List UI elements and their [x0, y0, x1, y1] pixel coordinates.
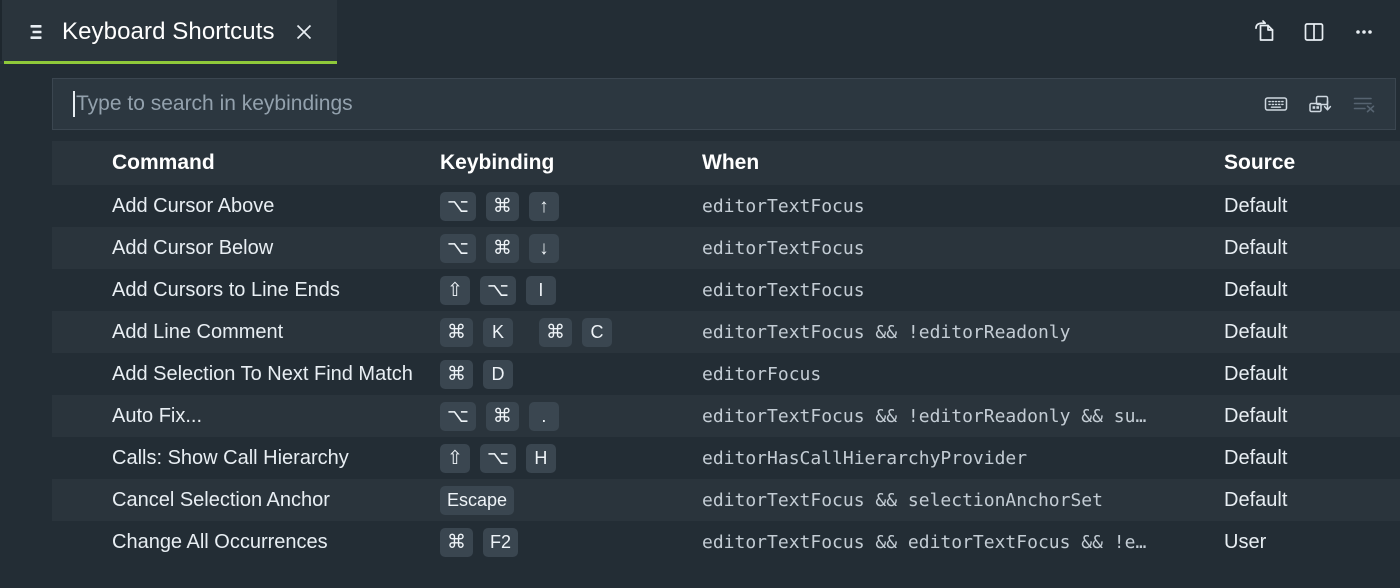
cell-source: Default: [1224, 446, 1288, 469]
cell-command: Auto Fix...: [112, 404, 203, 427]
key-chip: ⌥: [440, 191, 476, 221]
clear-keybindings-search-input-icon[interactable]: [1351, 91, 1377, 117]
cell-command: Change All Occurrences: [112, 530, 328, 553]
column-header-command[interactable]: Command: [52, 151, 440, 175]
cell-keybinding: ⌘ F2: [440, 527, 702, 557]
cell-when: editorTextFocus: [702, 195, 865, 217]
key-chip: ⌘: [485, 401, 519, 431]
cell-command: Add Line Comment: [112, 320, 284, 343]
tab-keyboard-shortcuts[interactable]: Keyboard Shortcuts: [0, 0, 337, 64]
key-chip: ⌘: [440, 317, 473, 347]
table-row[interactable]: Add Line Comment ⌘ K ⌘ CeditorTextFocus && !…: [52, 311, 1400, 353]
key-chip: ⌘: [539, 317, 572, 347]
cell-source: User: [1224, 530, 1267, 553]
tab-bar-spacer: [337, 0, 1250, 64]
keybindings-table: Command Keybinding When Source Add Curso…: [52, 141, 1400, 563]
cell-when: editorTextFocus && editorTextFocus && !e…: [702, 531, 1147, 553]
key-chip: ⌘: [485, 191, 519, 221]
column-header-keybinding[interactable]: Keybinding: [440, 151, 702, 175]
column-header-source[interactable]: Source: [1224, 151, 1400, 175]
cell-when: editorTextFocus && selectionAnchorSet: [702, 489, 1103, 511]
cell-source: Default: [1224, 236, 1288, 259]
cell-source: Default: [1224, 404, 1288, 427]
table-row[interactable]: Auto Fix... ⌥ ⌘. editorTextFocus && !editor…: [52, 395, 1400, 437]
cell-keybinding: ⌥ ⌘ ↑: [440, 191, 702, 221]
close-icon[interactable]: [293, 21, 315, 43]
editor-actions: [1250, 0, 1400, 64]
key-chip: ⌘: [440, 359, 473, 389]
key-chip: .: [528, 401, 559, 431]
cell-source: Default: [1224, 278, 1288, 301]
table-row[interactable]: Add Cursors to Line Ends ⇧ ⌥ IeditorTextFoc…: [52, 269, 1400, 311]
key-chip: ⌘: [485, 233, 519, 263]
table-body: Add Cursor Above ⌥ ⌘ ↑ editorTextFocus Defaul…: [52, 185, 1400, 563]
cell-when: editorTextFocus: [702, 237, 865, 259]
cell-keybinding: ⌘ K ⌘ C: [440, 317, 702, 347]
text-caret: [73, 91, 75, 117]
search-placeholder: Type to search in keybindings: [76, 92, 353, 115]
key-chip: H: [525, 443, 556, 473]
editor-tab-bar: Keyboard Shortcuts: [0, 0, 1400, 64]
cell-source: Default: [1224, 488, 1288, 511]
table-row[interactable]: Cancel Selection Anchor Escape editorTextF…: [52, 479, 1400, 521]
cell-source: Default: [1224, 362, 1288, 385]
cell-command: Calls: Show Call Hierarchy: [112, 446, 349, 469]
cell-command: Cancel Selection Anchor: [112, 488, 330, 511]
key-chip: ⌥: [480, 443, 516, 473]
key-chip: K: [483, 317, 513, 347]
tab-left-border: [0, 0, 2, 61]
table-row[interactable]: Add Cursor Above ⌥ ⌘ ↑ editorTextFocus Defaul…: [52, 185, 1400, 227]
split-editor-icon[interactable]: [1300, 18, 1328, 46]
cell-when: editorTextFocus && !editorReadonly: [702, 321, 1071, 343]
sort-by-precedence-icon[interactable]: [1307, 91, 1333, 117]
cell-when: editorHasCallHierarchyProvider: [702, 447, 1028, 469]
column-header-when[interactable]: When: [702, 151, 1224, 175]
key-chip: ⇧: [440, 275, 470, 305]
table-row[interactable]: Add Selection To Next Find Match ⌘ Deditor…: [52, 353, 1400, 395]
key-chip: I: [525, 275, 556, 305]
cell-command: Add Cursors to Line Ends: [112, 278, 340, 301]
record-keys-icon[interactable]: [1263, 91, 1289, 117]
key-chip: F2: [483, 527, 519, 557]
key-chip: ↑: [528, 191, 559, 221]
cell-keybinding: ⇧ ⌥ I: [440, 275, 702, 305]
table-row[interactable]: Add Cursor Below ⌥ ⌘ ↓ editorTextFocus Defaul…: [52, 227, 1400, 269]
cell-keybinding: ⇧ ⌥ H: [440, 443, 702, 473]
key-chip: Escape: [440, 485, 515, 515]
table-row[interactable]: Change All Occurrences ⌘ F2 editorTextFocus…: [52, 521, 1400, 563]
cell-keybinding: ⌥ ⌘.: [440, 401, 702, 431]
open-keyboard-shortcuts-file-icon[interactable]: [1250, 18, 1278, 46]
key-chip: ⌥: [480, 275, 516, 305]
table-header-row: Command Keybinding When Source: [52, 141, 1400, 185]
key-chip: ⌥: [440, 233, 476, 263]
cell-command: Add Cursor Below: [112, 236, 274, 259]
key-chip: ⇧: [440, 443, 470, 473]
search-input[interactable]: Type to search in keybindings: [52, 78, 1396, 130]
cell-source: Default: [1224, 194, 1288, 217]
cell-when: editorTextFocus: [702, 279, 865, 301]
cell-when: editorTextFocus && !editorReadonly && su…: [702, 405, 1147, 427]
cell-source: Default: [1224, 320, 1288, 343]
cell-when: editorFocus: [702, 363, 822, 385]
table-row[interactable]: Calls: Show Call Hierarchy ⇧ ⌥ HeditorHasCa…: [52, 437, 1400, 479]
cell-keybinding: ⌘ D: [440, 359, 702, 389]
key-chip: ⌥: [440, 401, 476, 431]
cell-command: Add Selection To Next Find Match: [112, 362, 413, 385]
cell-keybinding: ⌥ ⌘ ↓: [440, 233, 702, 263]
more-actions-icon[interactable]: [1350, 18, 1378, 46]
keybindings-search-container: Type to search in keybindings: [0, 64, 1400, 130]
key-chip: ↓: [528, 233, 559, 263]
list-icon: [28, 22, 48, 42]
key-chip: C: [582, 317, 612, 347]
cell-keybinding: Escape: [440, 485, 702, 515]
cell-command: Add Cursor Above: [112, 194, 275, 217]
tab-title: Keyboard Shortcuts: [62, 18, 275, 45]
key-chip: ⌘: [440, 527, 473, 557]
key-chip: D: [483, 359, 513, 389]
search-actions: [1263, 91, 1395, 117]
